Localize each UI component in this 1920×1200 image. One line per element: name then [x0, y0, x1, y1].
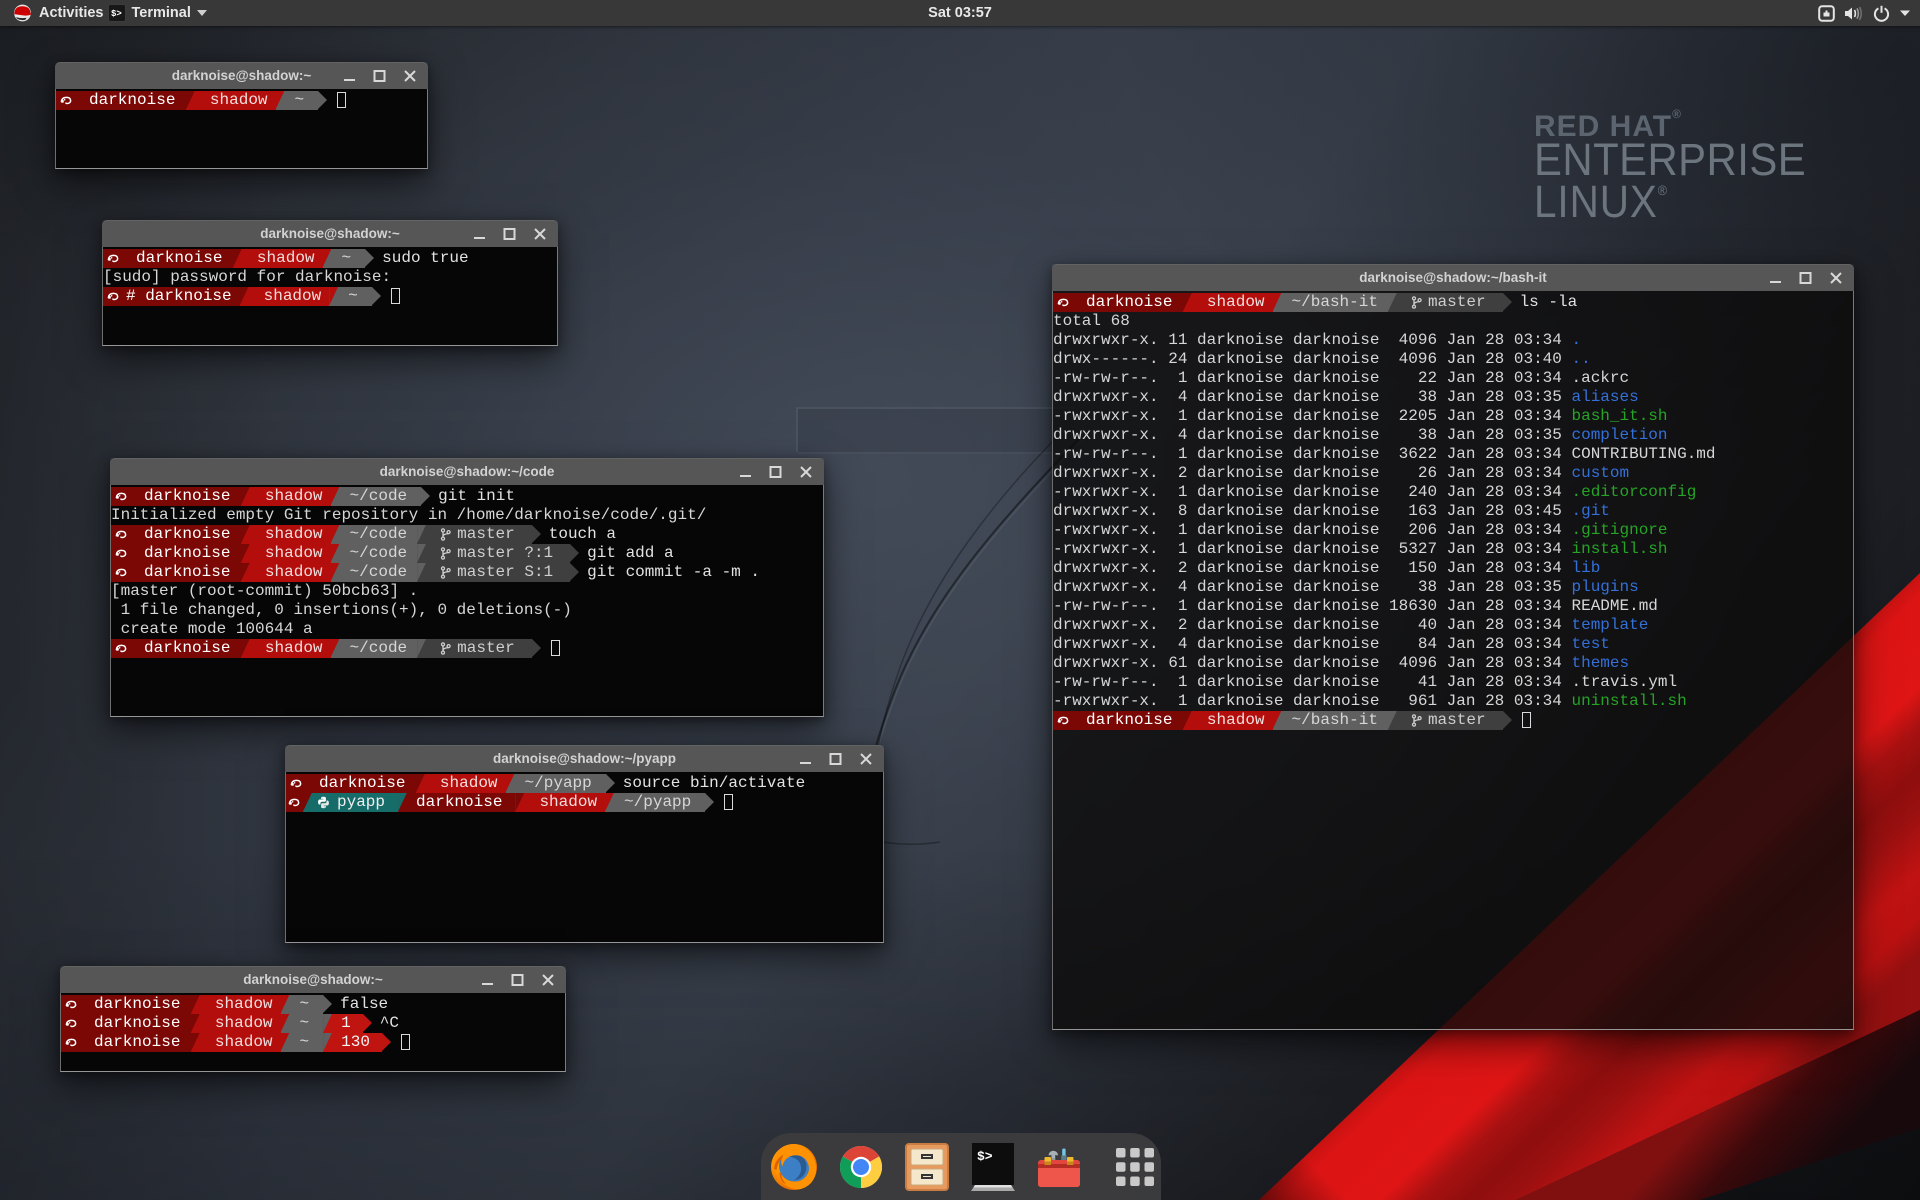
svg-text:$>: $>: [977, 1149, 993, 1164]
